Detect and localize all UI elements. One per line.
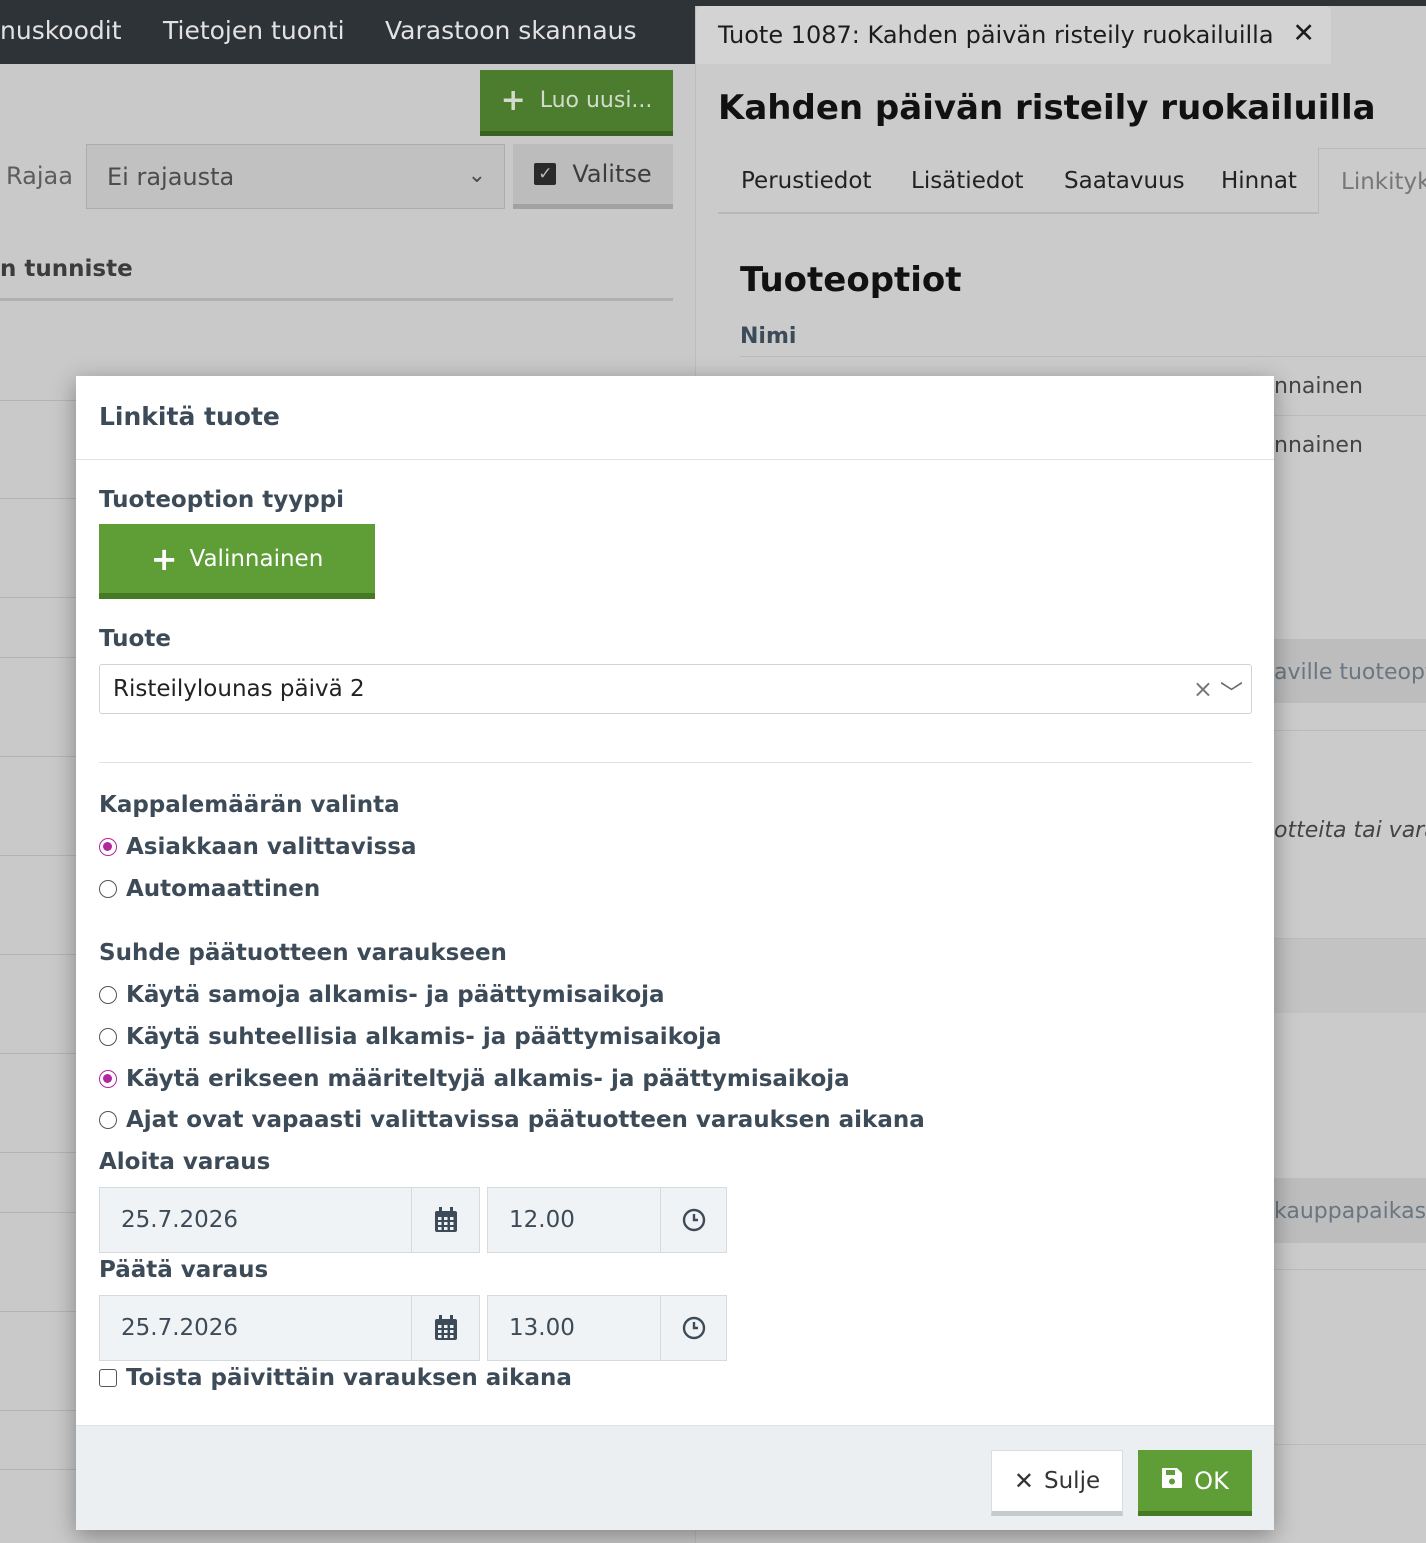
info-text: kauppapaikass <box>1274 1199 1426 1224</box>
quantity-option-automatic[interactable]: Automaattinen <box>99 876 320 902</box>
nav-item-data-import[interactable]: Tietojen tuonti <box>163 16 345 45</box>
radio-label: Käytä erikseen määriteltyjä alkamis- ja … <box>126 1066 850 1092</box>
info-text: aville tuoteopti <box>1274 660 1426 685</box>
create-new-label: Luo uusi... <box>539 88 653 113</box>
relation-option-specific-times[interactable]: Käytä erikseen määriteltyjä alkamis- ja … <box>99 1066 850 1092</box>
dialog-header: Linkitä tuote <box>76 376 1274 460</box>
radio-button[interactable] <box>99 1028 117 1046</box>
end-booking-label: Päätä varaus <box>99 1257 269 1283</box>
option-row-type: nnainen <box>1274 433 1363 458</box>
product-title: Kahden päivän risteily ruokailuilla <box>718 88 1376 128</box>
header-divider <box>0 298 673 301</box>
close-icon[interactable]: ✕ <box>1292 18 1315 49</box>
row-divider <box>740 356 1426 357</box>
checkbox-checked-icon: ✓ <box>534 163 557 185</box>
plus-icon: + <box>150 539 178 578</box>
close-button[interactable]: ✕ Sulje <box>991 1450 1123 1516</box>
relation-option-free-times[interactable]: Ajat ovat vapaasti valittavissa päätuott… <box>99 1107 925 1133</box>
option-type-label: Tuoteoption tyyppi <box>99 487 345 513</box>
relation-label: Suhde päätuotteen varaukseen <box>99 940 507 966</box>
product-tab-title: Tuote 1087: Kahden päivän risteily ruoka… <box>718 21 1274 49</box>
plus-icon: + <box>500 83 526 118</box>
tab-additional-info[interactable]: Lisätiedot <box>911 168 1024 194</box>
start-datetime-group: 25.7.2026 12.00 <box>99 1187 727 1253</box>
clock-icon[interactable] <box>661 1295 727 1361</box>
end-time-input[interactable]: 13.00 <box>487 1295 661 1361</box>
radio-button[interactable] <box>99 880 117 898</box>
calendar-icon[interactable] <box>412 1295 480 1361</box>
dialog-footer: ✕ Sulje OK <box>76 1425 1274 1530</box>
chevron-down-icon: ⌄ <box>467 163 486 188</box>
repeat-daily-checkbox[interactable] <box>99 1369 117 1387</box>
checkbox-label: Toista päivittäin varauksen aikana <box>126 1365 572 1391</box>
clock-icon[interactable] <box>661 1187 727 1253</box>
section-divider <box>99 762 1252 763</box>
radio-button[interactable] <box>99 1070 117 1088</box>
column-header-name: Nimi <box>740 324 797 349</box>
radio-button[interactable] <box>99 838 117 856</box>
link-product-dialog: Linkitä tuote Tuoteoption tyyppi + Valin… <box>76 376 1274 1530</box>
radio-label: Ajat ovat vapaasti valittavissa päätuott… <box>126 1107 925 1133</box>
close-icon: ✕ <box>1013 1467 1034 1495</box>
clear-icon[interactable]: × <box>1193 675 1213 703</box>
start-date-input[interactable]: 25.7.2026 <box>99 1187 412 1253</box>
filter-label: Rajaa <box>6 162 73 190</box>
radio-label: Käytä suhteellisia alkamis- ja päättymis… <box>126 1024 722 1050</box>
tab-prices[interactable]: Hinnat <box>1221 168 1297 194</box>
product-label: Tuote <box>99 626 171 652</box>
close-button-label: Sulje <box>1044 1468 1101 1494</box>
filter-value: Ei rajausta <box>107 163 235 191</box>
radio-label: Automaattinen <box>126 876 321 902</box>
nav-item-codes[interactable]: nuskoodit <box>0 16 122 45</box>
relation-option-relative-times[interactable]: Käytä suhteellisia alkamis- ja päättymis… <box>99 1024 722 1050</box>
save-icon <box>1161 1467 1183 1495</box>
chevron-down-icon[interactable]: ﹀ <box>1220 674 1243 708</box>
radio-label: Asiakkaan valittavissa <box>126 834 417 860</box>
product-select[interactable]: Risteilylounas päivä 2 × ﹀ <box>99 664 1252 714</box>
info-band <box>1274 939 1426 1013</box>
option-type-optional-label: Valinnainen <box>189 545 324 572</box>
start-time-input[interactable]: 12.00 <box>487 1187 661 1253</box>
end-date-input[interactable]: 25.7.2026 <box>99 1295 412 1361</box>
ok-button-label: OK <box>1194 1466 1229 1495</box>
dialog-title: Linkitä tuote <box>99 402 280 431</box>
tab-availability[interactable]: Saatavuus <box>1064 168 1185 194</box>
option-type-optional-button[interactable]: + Valinnainen <box>99 524 375 599</box>
radio-label: Käytä samoja alkamis- ja päättymisaikoja <box>126 982 665 1008</box>
tab-links[interactable]: Linkityks <box>1318 148 1426 214</box>
radio-button[interactable] <box>99 1111 117 1129</box>
column-header-identifier: n tunniste <box>0 256 133 282</box>
filter-select[interactable]: Ei rajausta ⌄ <box>86 144 505 209</box>
nav-item-warehouse-scan[interactable]: Varastoon skannaus <box>385 16 637 45</box>
create-new-button[interactable]: + Luo uusi... <box>480 70 673 136</box>
select-button[interactable]: ✓ Valitse <box>513 144 673 209</box>
product-subtabs: Perustiedot Lisätiedot Saatavuus Hinnat … <box>718 148 1426 214</box>
section-title-product-options: Tuoteoptiot <box>740 260 962 300</box>
tab-basic-info[interactable]: Perustiedot <box>741 168 871 194</box>
calendar-icon[interactable] <box>412 1187 480 1253</box>
quantity-option-customer[interactable]: Asiakkaan valittavissa <box>99 834 416 860</box>
select-button-label: Valitse <box>572 160 652 188</box>
repeat-daily-option[interactable]: Toista päivittäin varauksen aikana <box>99 1365 572 1391</box>
end-datetime-group: 25.7.2026 13.00 <box>99 1295 727 1361</box>
relation-option-same-times[interactable]: Käytä samoja alkamis- ja päättymisaikoja <box>99 982 665 1008</box>
empty-state-text: otteita tai vara <box>1274 818 1426 843</box>
quantity-selection-label: Kappalemäärän valinta <box>99 792 400 818</box>
product-select-value: Risteilylounas päivä 2 <box>113 676 365 702</box>
option-row-type: nnainen <box>1274 374 1363 399</box>
radio-button[interactable] <box>99 986 117 1004</box>
product-tab[interactable]: Tuote 1087: Kahden päivän risteily ruoka… <box>696 6 1331 64</box>
ok-button[interactable]: OK <box>1138 1450 1252 1516</box>
start-booking-label: Aloita varaus <box>99 1149 271 1175</box>
